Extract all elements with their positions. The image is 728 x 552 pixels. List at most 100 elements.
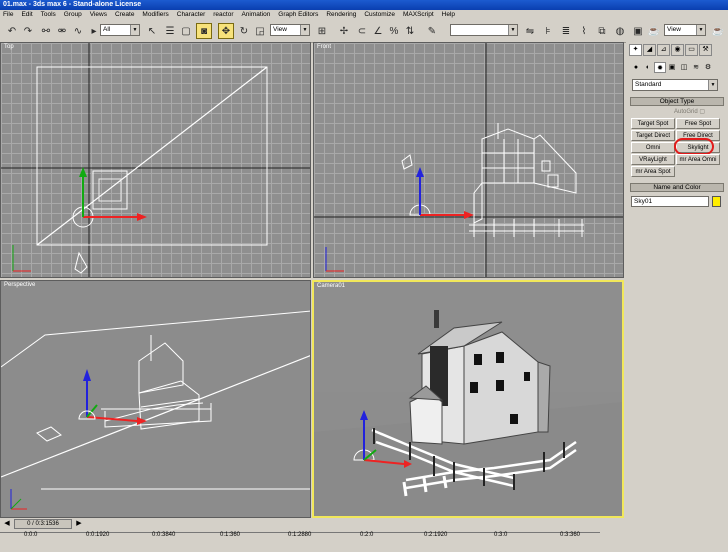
modify-tab-icon[interactable]: ◢	[643, 44, 656, 56]
autogrid-checkbox[interactable]: AutoGrid ▢	[674, 108, 705, 115]
select-manipulate-icon[interactable]: ✢	[336, 23, 352, 39]
category-dropdown[interactable]: Standard ▼	[632, 79, 718, 91]
viewport-label-camera[interactable]: Camera01	[317, 283, 345, 289]
timeline-tick: 0:0:3840	[152, 532, 176, 538]
menu-views[interactable]: Views	[87, 10, 110, 20]
timeline-tick: 0:1:2880	[288, 532, 312, 538]
menu-group[interactable]: Group	[61, 10, 85, 20]
undo-icon[interactable]: ↶	[4, 23, 20, 39]
shapes-icon[interactable]: ◐	[642, 62, 654, 73]
select-link-icon[interactable]: ⚯	[38, 23, 54, 39]
scale-icon[interactable]: ◲	[252, 23, 268, 39]
chevron-down-icon: ▼	[300, 25, 309, 35]
timeline-tick: 0:3:360	[560, 532, 581, 538]
menu-maxscript[interactable]: MAXScript	[400, 10, 437, 20]
window-crossing-icon[interactable]: ◙	[196, 23, 212, 39]
utilities-tab-icon[interactable]: ⚒	[699, 44, 712, 56]
select-by-name-list-icon[interactable]: ☰	[162, 23, 178, 39]
mr-area-omni-button[interactable]: mr Area Omni	[676, 154, 720, 165]
rollout-object-type[interactable]: Object Type	[630, 97, 724, 106]
menu-create[interactable]: Create	[112, 10, 138, 20]
timeline-tick: 0:3:0	[494, 532, 508, 538]
pivot-center-icon[interactable]: ⊞	[314, 23, 330, 39]
viewport-camera[interactable]: Camera01	[312, 280, 624, 518]
viewport-label-top[interactable]: Top	[4, 44, 14, 50]
menu-modifiers[interactable]: Modifiers	[139, 10, 171, 20]
timeline-tick: 0:1:360	[220, 532, 241, 538]
menu-reactor[interactable]: reactor	[210, 10, 236, 20]
menu-help[interactable]: Help	[439, 10, 458, 20]
mr-area-spot-button[interactable]: mr Area Spot	[631, 166, 675, 177]
named-selection-sets-dropdown[interactable]: ▼	[450, 24, 518, 36]
render-scene-icon[interactable]: ▣	[630, 23, 646, 39]
time-slider-bar: ◀ 0 / 0:3:1536 ▶ 0:0:0 0:0:1920 0:0:3840…	[0, 518, 728, 552]
rollout-name-and-color[interactable]: Name and Color	[630, 183, 724, 192]
align-icon[interactable]: ⊧	[540, 23, 556, 39]
spinner-snap-icon[interactable]: ⇅	[402, 23, 418, 39]
omni-button[interactable]: Omni	[631, 142, 675, 153]
unlink-icon[interactable]: ⚮	[54, 23, 70, 39]
menu-rendering[interactable]: Rendering	[323, 10, 359, 20]
object-color-swatch[interactable]	[712, 196, 721, 207]
move-icon[interactable]: ✥	[218, 23, 234, 39]
hierarchy-tab-icon[interactable]: ⊿	[657, 44, 670, 56]
free-spot-button[interactable]: Free Spot	[676, 118, 720, 129]
space-warps-icon[interactable]: ≋	[690, 62, 702, 73]
mirror-icon[interactable]: ⇋	[522, 23, 538, 39]
timeline-tick: 0:0:0	[24, 532, 38, 538]
menu-graph-editors[interactable]: Graph Editors	[275, 10, 321, 20]
object-name-field[interactable]: Sky01	[631, 196, 709, 207]
angle-snap-icon[interactable]: ∠	[370, 23, 386, 39]
bind-space-warp-icon[interactable]: ∿	[70, 23, 86, 39]
motion-tab-icon[interactable]: ◉	[671, 44, 684, 56]
cameras-icon[interactable]: ▣	[666, 62, 678, 73]
viewport-label-front[interactable]: Front	[317, 44, 331, 50]
menu-animation[interactable]: Animation	[238, 10, 273, 20]
render-last-icon[interactable]: ☕	[710, 23, 726, 39]
curve-editor-icon[interactable]: ⌇	[576, 23, 592, 39]
schematic-view-icon[interactable]: ⧉	[594, 23, 610, 39]
time-slider[interactable]: 0 / 0:3:1536	[14, 519, 72, 529]
viewport-top[interactable]: Top	[0, 42, 311, 278]
rectangular-selection-icon[interactable]: ▢	[178, 23, 194, 39]
viewport-front[interactable]: Front	[313, 42, 624, 278]
menu-edit[interactable]: Edit	[18, 10, 35, 20]
target-spot-button[interactable]: Target Spot	[631, 118, 675, 129]
display-tab-icon[interactable]: ▭	[685, 44, 698, 56]
quick-render-icon[interactable]: ☕	[646, 23, 662, 39]
menu-character[interactable]: Character	[174, 10, 209, 20]
percent-snap-icon[interactable]: %	[386, 23, 402, 39]
systems-icon[interactable]: ⚙	[702, 62, 714, 73]
menu-file[interactable]: File	[0, 10, 16, 20]
viewport-perspective[interactable]: Perspective	[0, 280, 311, 518]
helpers-icon[interactable]: ◫	[678, 62, 690, 73]
viewport-label-perspective[interactable]: Perspective	[4, 282, 35, 288]
chevron-down-icon: ▼	[508, 25, 517, 35]
material-editor-icon[interactable]: ◍	[612, 23, 628, 39]
view-right-value: View	[667, 26, 681, 33]
next-frame-icon[interactable]: ▶	[74, 519, 84, 529]
selection-filter-dropdown[interactable]: All ▼	[100, 24, 140, 36]
render-type-dropdown[interactable]: View ▼	[664, 24, 706, 36]
front-view-scene	[314, 43, 623, 277]
skylight-highlight-ring	[674, 138, 714, 155]
vraylight-button[interactable]: VRayLight	[631, 154, 675, 165]
reference-coordinate-dropdown[interactable]: View ▼	[270, 24, 310, 36]
menu-customize[interactable]: Customize	[361, 10, 398, 20]
edit-named-selection-icon[interactable]: ✎	[424, 23, 440, 39]
menu-tools[interactable]: Tools	[38, 10, 59, 20]
timeline-tick: 0:2:1920	[424, 532, 448, 538]
ref-coord-value: View	[273, 26, 287, 33]
target-direct-button[interactable]: Target Direct	[631, 130, 675, 141]
selection-filter-value: All	[103, 26, 111, 33]
prev-frame-icon[interactable]: ◀	[2, 519, 12, 529]
select-by-name-icon[interactable]: ↖	[144, 23, 160, 39]
rotate-icon[interactable]: ↻	[236, 23, 252, 39]
perspective-view-scene	[1, 310, 310, 510]
layer-manager-icon[interactable]: ≣	[558, 23, 574, 39]
redo-icon[interactable]: ↷	[20, 23, 36, 39]
snaps-toggle-icon[interactable]: ⊂	[354, 23, 370, 39]
create-tab-icon[interactable]: ✦	[629, 44, 642, 56]
lights-icon[interactable]: ✹	[654, 62, 666, 73]
geometry-icon[interactable]: ●	[630, 62, 642, 73]
